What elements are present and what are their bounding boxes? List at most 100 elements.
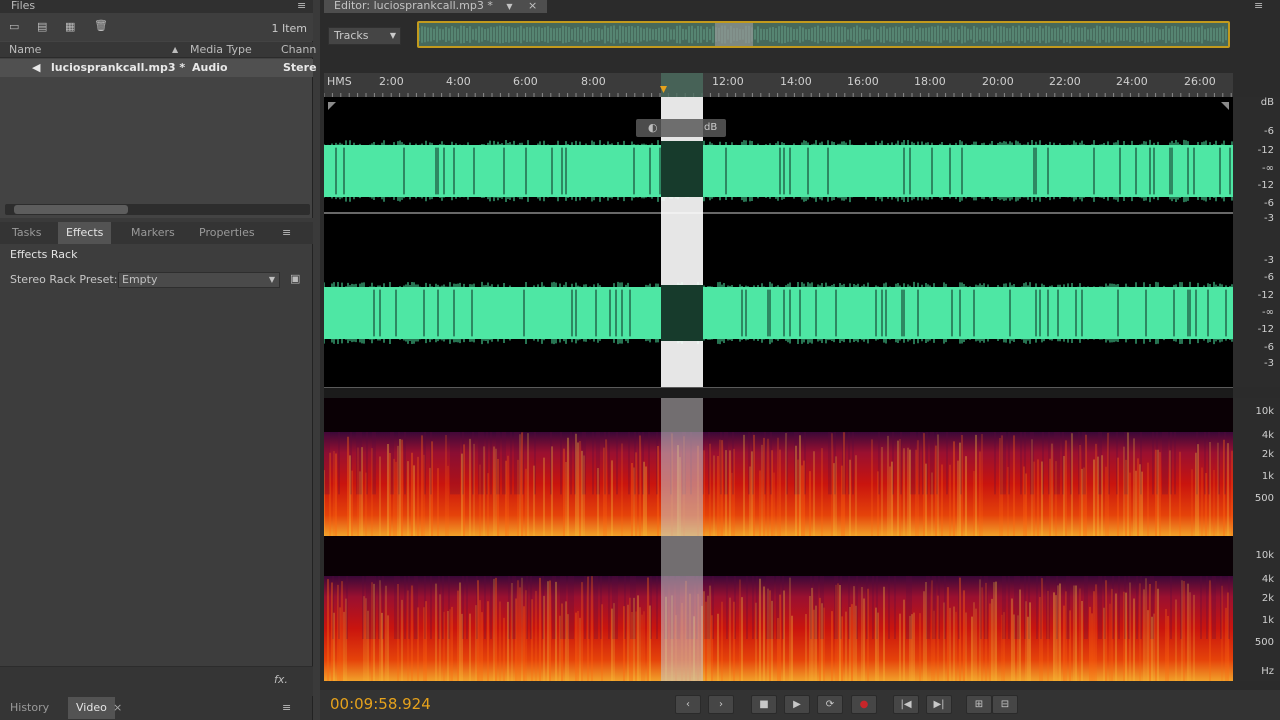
go-to-start-button[interactable]: |◀ [893,695,919,714]
chevron-down-icon: ▼ [268,275,275,284]
close-icon[interactable]: × [528,0,537,12]
scrollbar-thumb[interactable] [14,205,128,214]
folder-open-icon[interactable]: ▭ [9,21,19,32]
panel-menu-icon[interactable]: ≡ [282,702,291,713]
chevron-down-icon: ▼ [389,31,396,40]
db-label: dB [1260,97,1274,108]
hz-label: 2k [1261,593,1274,604]
db-label: -12 [1257,324,1274,335]
files-panel: Files ≡ ▭ ▤ ▦ 🗑 1 Item Name ▲ Media Type… [0,0,317,218]
time-selection [661,97,703,387]
item-count: 1 Item [271,22,307,35]
editor-panel: Editor: luciosprankcall.mp3 * ▼ × ≡ Trac… [320,0,1280,720]
previous-marker-button[interactable]: ‹ [675,695,701,714]
db-label: -12 [1257,180,1274,191]
fx-label[interactable]: fx. [274,673,288,686]
ruler-label: 22:00 [1049,75,1081,88]
tab-tasks[interactable]: Tasks [4,222,49,244]
trash-icon[interactable]: 🗑 [94,20,108,31]
preset-label: Stereo Rack Preset: [10,273,118,286]
db-label: -12 [1257,145,1274,156]
file-media-type: Audio [192,61,228,74]
column-media-type[interactable]: Media Type [190,43,252,56]
current-time-display: 00:09:58.924 [330,695,431,713]
hz-label: 1k [1261,615,1274,626]
db-label: -∞ [1262,163,1274,174]
panel-menu-icon[interactable]: ≡ [282,227,291,238]
hz-label: 500 [1254,493,1274,504]
panel-menu-icon[interactable]: ≡ [297,0,306,11]
sort-ascending-icon[interactable]: ▲ [172,45,178,54]
table-row[interactable]: ◀ luciosprankcall.mp3 * Audio Stere [0,59,317,77]
view-splitter[interactable] [324,387,1233,398]
hz-label: 500 [1254,637,1274,648]
save-preset-icon[interactable]: ▣ [290,273,300,284]
chevron-left-icon: ‹ [686,699,690,710]
column-name[interactable]: Name [9,43,41,56]
ruler-label: 4:00 [446,75,471,88]
play-button[interactable]: ▶ [784,695,810,714]
loop-button[interactable]: ⟳ [817,695,843,714]
audition-window: Files ≡ ▭ ▤ ▦ 🗑 1 Item Name ▲ Media Type… [0,0,1280,720]
next-marker-button[interactable]: › [708,695,734,714]
ruler-label: 24:00 [1116,75,1148,88]
db-label: -3 [1264,358,1274,369]
volume-hud[interactable]: ◐ dB [636,119,726,137]
spectral-display[interactable] [324,398,1233,681]
tracks-dropdown[interactable]: Tracks ▼ [328,27,401,45]
tab-properties[interactable]: Properties [191,222,263,244]
column-channels[interactable]: Chann [281,43,316,56]
hz-label: 10k [1255,406,1274,417]
tab-video[interactable]: Video [68,697,115,719]
waveform-display[interactable]: ◐ dB [324,97,1233,387]
editor-tab[interactable]: Editor: luciosprankcall.mp3 * ▼ × [324,0,548,13]
go-to-end-button[interactable]: ▶| [926,695,952,714]
db-label: -3 [1264,213,1274,224]
files-panel-title: Files [0,0,313,13]
files-table-header: Name ▲ Media Type Chann [0,42,316,58]
fade-out-handle-icon [1221,102,1229,110]
record-button[interactable]: ● [851,695,877,714]
hz-label: 2k [1261,449,1274,460]
history-panel: History Video × ≡ [0,696,313,720]
play-icon: ▶ [793,699,801,710]
hz-label: 4k [1261,574,1274,585]
ruler-label: 12:00 [712,75,744,88]
ruler-label: 14:00 [780,75,812,88]
zoom-in-button[interactable]: ⊞ [966,695,992,714]
waveform-canvas [324,97,1233,387]
zoom-out-button[interactable]: ⊟ [992,695,1018,714]
frequency-scale[interactable]: 10k 4k 2k 1k 500 10k 4k 2k 1k 500 Hz [1233,398,1280,681]
record-icon: ● [859,699,869,710]
import-icon[interactable]: ▤ [37,21,47,32]
new-file-icon[interactable]: ▦ [65,21,75,32]
db-label: -6 [1264,198,1274,209]
db-label: -12 [1257,290,1274,301]
tab-effects[interactable]: Effects [58,222,112,244]
overview-navigator[interactable] [417,21,1230,48]
tab-history[interactable]: History [2,697,57,719]
stop-icon: ■ [759,699,769,710]
editor-title: Editor: luciosprankcall.mp3 * [334,0,493,12]
close-icon[interactable]: × [113,701,122,714]
selected-waveform-left [661,141,703,197]
hz-label: 10k [1255,550,1274,561]
skip-back-icon: |◀ [900,699,912,710]
preset-dropdown[interactable]: Empty ▼ [118,272,280,288]
stop-button[interactable]: ■ [751,695,777,714]
effects-tabbar: Tasks Effects Markers Properties ≡ [0,222,313,244]
ruler-label: 2:00 [379,75,404,88]
chevron-down-icon[interactable]: ▼ [506,2,512,11]
speaker-icon: ◀ [32,61,41,74]
panel-menu-icon[interactable]: ≡ [1254,0,1263,11]
tab-markers[interactable]: Markers [123,222,183,244]
file-name: luciosprankcall.mp3 * [51,61,186,74]
volume-knob-icon[interactable]: ◐ [648,121,658,134]
zoom-in-icon: ⊞ [974,699,984,710]
file-channels: Stere [283,61,317,74]
db-scale[interactable]: dB -6 -12 -∞ -12 -6 -3 -3 -6 -12 -∞ -12 … [1233,97,1280,387]
files-toolbar: ▭ ▤ ▦ 🗑 1 Item [0,13,313,41]
db-label: -6 [1264,342,1274,353]
time-ruler[interactable]: HMS 2:00 4:00 6:00 8:00 12:00 14:00 16:0… [324,73,1233,97]
spectral-selection [661,398,703,681]
